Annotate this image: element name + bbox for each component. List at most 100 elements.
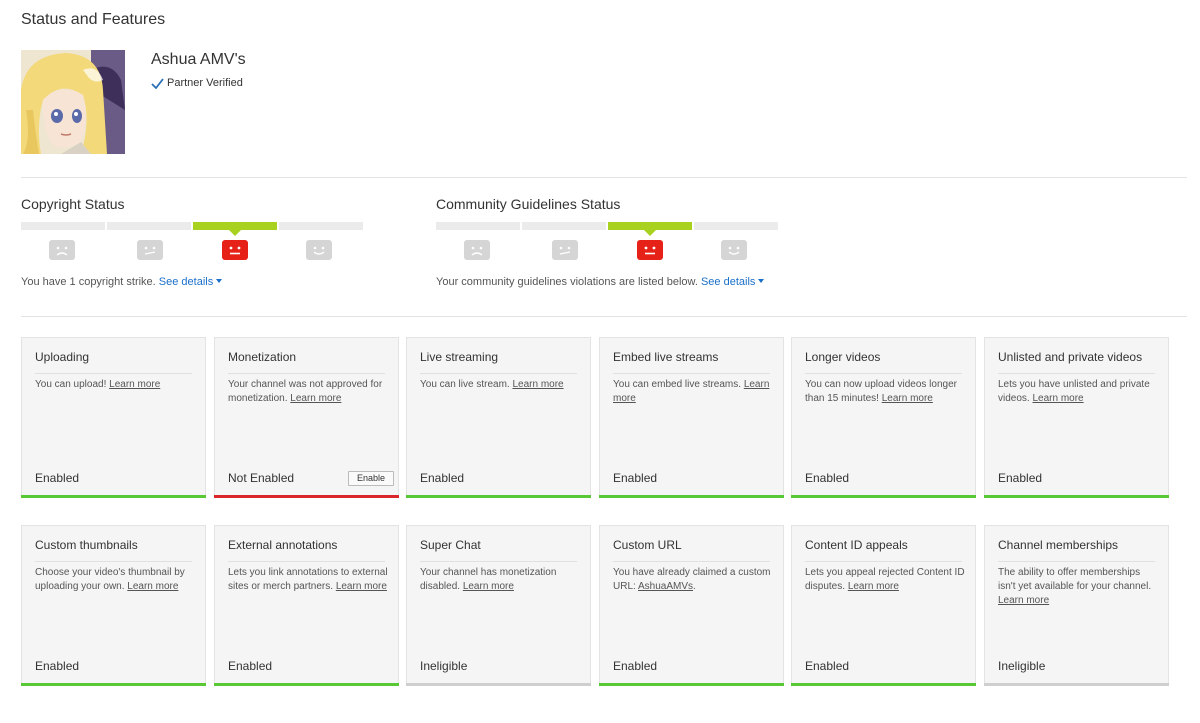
feature-title: Monetization: [228, 350, 385, 374]
community-status-title: Community Guidelines Status: [436, 196, 621, 212]
copyright-status: Copyright Status You have 1 copyright st…: [21, 196, 363, 288]
community-note-text: Your community guidelines violations are…: [436, 276, 698, 288]
meter-segment-active: [193, 222, 277, 236]
feature-title: Custom thumbnails: [35, 538, 192, 562]
feature-card-external-annotations: External annotations Lets you link annota…: [214, 525, 399, 686]
feature-description-text: The ability to offer memberships isn't y…: [998, 567, 1152, 592]
meter-segment: [21, 222, 105, 230]
status-bar-green: [791, 495, 976, 498]
feature-description-text: You can live stream.: [420, 379, 513, 390]
feature-description-text: You can upload!: [35, 379, 110, 390]
copyright-meter: [21, 222, 365, 236]
feature-description: Lets you appeal rejected Content ID disp…: [805, 566, 967, 594]
meter-segment-active: [608, 222, 692, 236]
community-status: Community Guidelines Status Your communi…: [436, 196, 778, 288]
verified-label: Partner Verified: [167, 77, 243, 89]
feature-description: You can live stream. Learn more: [420, 378, 582, 392]
feature-title: Longer videos: [805, 350, 962, 374]
feature-description-text: You can embed live streams.: [613, 379, 744, 390]
feature-status: Not Enabled: [228, 471, 295, 485]
learn-more-link[interactable]: Learn more: [463, 581, 514, 592]
feature-status: Ineligible: [998, 659, 1046, 673]
feature-status: Enabled: [35, 471, 80, 485]
copyright-status-title: Copyright Status: [21, 196, 125, 212]
meter-segment: [694, 222, 778, 230]
meter-pointer: [229, 230, 241, 236]
community-see-details-link[interactable]: See details: [700, 276, 765, 288]
feature-description: You can embed live streams. Learn more: [613, 378, 775, 406]
learn-more-link[interactable]: Learn more: [1032, 393, 1083, 404]
status-bar-green: [599, 495, 784, 498]
happy-face-icon: [306, 240, 332, 260]
feature-title: Uploading: [35, 350, 192, 374]
channel-name: Ashua AMV's: [151, 51, 246, 68]
learn-more-link[interactable]: Learn more: [512, 379, 563, 390]
feature-description: Your channel has monetization disabled. …: [420, 566, 582, 594]
status-bar-green: [791, 683, 976, 686]
feature-status: Enabled: [613, 659, 658, 673]
channel-avatar[interactable]: [21, 50, 125, 154]
status-bar-green: [599, 683, 784, 686]
feature-description: Lets you link annotations to external si…: [228, 566, 390, 594]
status-bar-green: [21, 683, 206, 686]
neutral-face-red-icon: [222, 240, 248, 260]
feature-status: Enabled: [420, 471, 465, 485]
see-details-label: See details: [158, 276, 214, 288]
sad-face-icon: [464, 240, 490, 260]
feature-card-channel-memberships: Channel memberships The ability to offer …: [984, 525, 1169, 686]
feature-status: Enabled: [998, 471, 1043, 485]
status-bar-green: [214, 683, 399, 686]
caret-down-icon: [216, 279, 223, 283]
learn-more-link[interactable]: Learn more: [848, 581, 899, 592]
learn-more-link[interactable]: AshuaAMVs: [638, 581, 693, 592]
feature-description: Choose your video's thumbnail by uploadi…: [35, 566, 197, 594]
feature-description: You have already claimed a custom URL: A…: [613, 566, 775, 594]
happy-face-icon: [721, 240, 747, 260]
feature-description-suffix: .: [693, 581, 696, 592]
learn-more-link[interactable]: Learn more: [109, 379, 160, 390]
sad-face-icon: [49, 240, 75, 260]
community-note: Your community guidelines violations are…: [436, 276, 765, 288]
see-details-label: See details: [700, 276, 756, 288]
status-bar-green: [21, 495, 206, 498]
enable-button[interactable]: Enable: [347, 471, 394, 486]
feature-card-unlisted-and-private-videos: Unlisted and private videos Lets you have…: [984, 337, 1169, 498]
meter-segment: [107, 222, 191, 230]
feature-title: Live streaming: [420, 350, 577, 374]
divider: [21, 177, 1187, 178]
avatar-image: [21, 50, 125, 154]
feature-title: Content ID appeals: [805, 538, 962, 562]
feature-card-super-chat: Super Chat Your channel has monetization …: [406, 525, 591, 686]
learn-more-link[interactable]: Learn more: [336, 581, 387, 592]
feature-status: Enabled: [228, 659, 273, 673]
learn-more-link[interactable]: Learn more: [998, 595, 1049, 606]
feature-card-custom-url: Custom URL You have already claimed a cus…: [599, 525, 784, 686]
learn-more-link[interactable]: Learn more: [882, 393, 933, 404]
feature-title: Super Chat: [420, 538, 577, 562]
copyright-see-details-link[interactable]: See details: [158, 276, 223, 288]
feature-card-embed-live-streams: Embed live streams You can embed live str…: [599, 337, 784, 498]
learn-more-link[interactable]: Learn more: [290, 393, 341, 404]
feature-card-content-id-appeals: Content ID appeals Lets you appeal reject…: [791, 525, 976, 686]
feature-card-live-streaming: Live streaming You can live stream. Learn…: [406, 337, 591, 498]
partner-verified: Partner Verified: [151, 77, 243, 89]
copyright-note: You have 1 copyright strike. See details: [21, 276, 223, 288]
community-meter: [436, 222, 780, 236]
feature-description: The ability to offer memberships isn't y…: [998, 566, 1160, 608]
status-bar-red: [214, 495, 399, 498]
feature-card-monetization: Monetization Your channel was not approve…: [214, 337, 399, 498]
neutral-face-red-icon: [637, 240, 663, 260]
feature-status: Enabled: [35, 659, 80, 673]
status-bar-green: [984, 495, 1169, 498]
status-bar-grey: [984, 683, 1169, 686]
feature-title: Unlisted and private videos: [998, 350, 1155, 374]
divider: [21, 316, 1187, 317]
meter-pointer: [644, 230, 656, 236]
feature-description: Lets you have unlisted and private video…: [998, 378, 1160, 406]
feature-card-uploading: Uploading You can upload! Learn more Enabl…: [21, 337, 206, 498]
meter-segment: [436, 222, 520, 230]
learn-more-link[interactable]: Learn more: [127, 581, 178, 592]
feature-status: Ineligible: [420, 659, 468, 673]
feature-title: Custom URL: [613, 538, 770, 562]
feature-description: You can now upload videos longer than 15…: [805, 378, 967, 406]
